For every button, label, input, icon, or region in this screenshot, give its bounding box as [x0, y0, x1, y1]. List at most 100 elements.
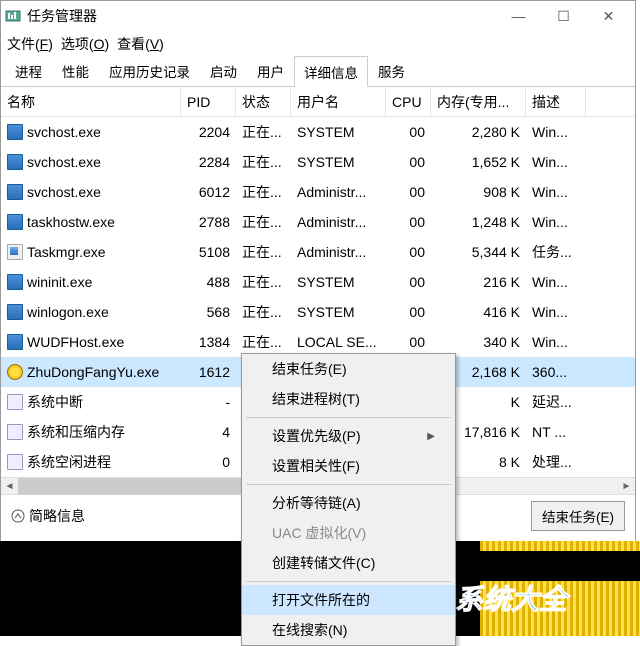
scroll-left-icon[interactable]: ◄	[1, 478, 18, 495]
process-icon	[7, 184, 23, 200]
cell-desc: 任务...	[526, 242, 586, 262]
process-name: Taskmgr.exe	[27, 244, 106, 260]
cell-pid: 2204	[181, 124, 236, 140]
table-row[interactable]: wininit.exe488正在...SYSTEM00216 KWin...	[1, 267, 635, 297]
cell-user: SYSTEM	[291, 304, 386, 320]
process-icon	[7, 214, 23, 230]
maximize-button[interactable]: ☐	[541, 2, 586, 30]
table-row[interactable]: winlogon.exe568正在...SYSTEM00416 KWin...	[1, 297, 635, 327]
cell-cpu: 00	[386, 154, 431, 170]
context-menu-item[interactable]: 打开文件所在的	[242, 585, 455, 615]
cell-mem: 1,248 K	[431, 214, 526, 230]
context-menu-item[interactable]: 设置相关性(F)	[242, 451, 455, 481]
cell-cpu: 00	[386, 214, 431, 230]
fewer-details-toggle[interactable]: 简略信息	[11, 506, 85, 526]
cell-pid: 568	[181, 304, 236, 320]
table-row[interactable]: svchost.exe2204正在...SYSTEM002,280 KWin..…	[1, 117, 635, 147]
context-menu-item[interactable]: 在线搜索(N)	[242, 615, 455, 645]
col-status[interactable]: 状态	[236, 87, 291, 116]
table-row[interactable]: svchost.exe2284正在...SYSTEM001,652 KWin..…	[1, 147, 635, 177]
col-user[interactable]: 用户名	[291, 87, 386, 116]
table-row[interactable]: taskhostw.exe2788正在...Administr...001,24…	[1, 207, 635, 237]
process-icon	[7, 394, 23, 410]
context-menu-item[interactable]: 创建转储文件(C)	[242, 548, 455, 578]
cell-pid: 488	[181, 274, 236, 290]
context-menu-item[interactable]: 结束进程树(T)	[242, 384, 455, 414]
process-icon	[7, 364, 23, 380]
process-name: 系统和压缩内存	[27, 422, 125, 442]
cell-cpu: 00	[386, 184, 431, 200]
cell-desc: NT ...	[526, 424, 586, 440]
window-title: 任务管理器	[27, 6, 496, 26]
table-row[interactable]: Taskmgr.exe5108正在...Administr...005,344 …	[1, 237, 635, 267]
table-header: 名称 PID 状态 用户名 CPU 内存(专用... 描述	[1, 87, 635, 117]
tab-2[interactable]: 应用历史记录	[99, 55, 200, 86]
cell-status: 正在...	[236, 302, 291, 322]
scroll-right-icon[interactable]: ►	[618, 478, 635, 495]
tab-5[interactable]: 详细信息	[294, 56, 368, 87]
cell-pid: 0	[181, 454, 236, 470]
process-name: 系统空闲进程	[27, 452, 111, 472]
context-menu-item[interactable]: 分析等待链(A)	[242, 488, 455, 518]
cell-mem: 2,280 K	[431, 124, 526, 140]
table-row[interactable]: svchost.exe6012正在...Administr...00908 KW…	[1, 177, 635, 207]
minimize-button[interactable]: —	[496, 2, 541, 30]
titlebar[interactable]: 任务管理器 — ☐ ✕	[1, 1, 635, 31]
process-name: WUDFHost.exe	[27, 334, 124, 350]
cell-cpu: 00	[386, 244, 431, 260]
end-task-button[interactable]: 结束任务(E)	[531, 501, 625, 531]
tab-4[interactable]: 用户	[247, 55, 294, 86]
menubar: 文件(F) 选项(O) 查看(V)	[1, 31, 635, 57]
cell-pid: 4	[181, 424, 236, 440]
cell-cpu: 00	[386, 304, 431, 320]
cell-status: 正在...	[236, 182, 291, 202]
close-button[interactable]: ✕	[586, 2, 631, 30]
menu-options[interactable]: 选项(O)	[61, 34, 109, 54]
process-icon	[7, 274, 23, 290]
context-menu-item[interactable]: 结束任务(E)	[242, 354, 455, 384]
process-name: ZhuDongFangYu.exe	[27, 364, 159, 380]
cell-mem: 5,344 K	[431, 244, 526, 260]
context-menu-item: UAC 虚拟化(V)	[242, 518, 455, 548]
cell-pid: 2788	[181, 214, 236, 230]
cell-desc: Win...	[526, 214, 586, 230]
cell-status: 正在...	[236, 242, 291, 262]
context-menu-item[interactable]: 设置优先级(P)▶	[242, 421, 455, 451]
menu-file[interactable]: 文件(F)	[7, 34, 53, 54]
cell-user: SYSTEM	[291, 124, 386, 140]
process-name: wininit.exe	[27, 274, 92, 290]
cell-status: 正在...	[236, 212, 291, 232]
cell-desc: Win...	[526, 274, 586, 290]
col-pid[interactable]: PID	[181, 87, 236, 116]
cell-pid: 2284	[181, 154, 236, 170]
cell-mem: 416 K	[431, 304, 526, 320]
tab-6[interactable]: 服务	[368, 55, 415, 86]
cell-user: Administr...	[291, 244, 386, 260]
process-icon	[7, 334, 23, 350]
col-desc[interactable]: 描述	[526, 87, 586, 116]
process-name: 系统中断	[27, 392, 83, 412]
brand-text: 系统大全	[455, 578, 567, 618]
context-menu: 结束任务(E)结束进程树(T) 设置优先级(P)▶设置相关性(F) 分析等待链(A)…	[241, 353, 456, 646]
process-icon	[7, 124, 23, 140]
cell-pid: 1612	[181, 364, 236, 380]
cell-status: 正在...	[236, 152, 291, 172]
process-name: winlogon.exe	[27, 304, 109, 320]
tab-0[interactable]: 进程	[5, 55, 52, 86]
process-icon	[7, 454, 23, 470]
cell-status: 正在...	[236, 122, 291, 142]
cell-status: 正在...	[236, 272, 291, 292]
tab-3[interactable]: 启动	[200, 55, 247, 86]
menu-view[interactable]: 查看(V)	[117, 34, 164, 54]
col-mem[interactable]: 内存(专用...	[431, 87, 526, 116]
col-cpu[interactable]: CPU	[386, 87, 431, 116]
chevron-up-circle-icon	[11, 509, 25, 523]
cell-user: SYSTEM	[291, 154, 386, 170]
cell-desc: Win...	[526, 124, 586, 140]
process-icon	[7, 424, 23, 440]
cell-desc: Win...	[526, 334, 586, 350]
cell-status: 正在...	[236, 332, 291, 352]
tab-1[interactable]: 性能	[52, 55, 99, 86]
col-name[interactable]: 名称	[1, 87, 181, 116]
task-manager-window: 任务管理器 — ☐ ✕ 文件(F) 选项(O) 查看(V) 进程性能应用历史记录…	[0, 0, 636, 595]
